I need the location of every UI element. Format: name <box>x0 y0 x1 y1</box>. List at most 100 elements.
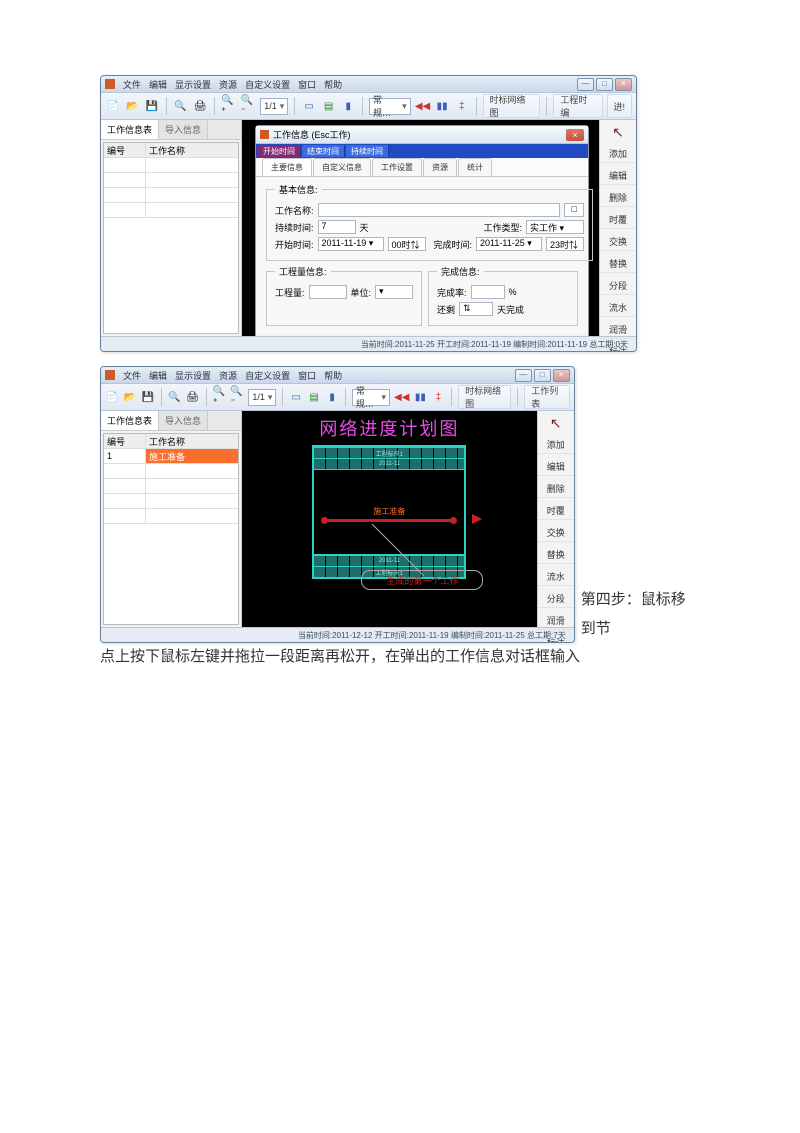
rp-time[interactable]: 时覆 <box>538 502 574 520</box>
window-min-button[interactable]: — <box>515 369 532 382</box>
more-button[interactable]: 进! <box>607 94 633 118</box>
rp-add[interactable]: 添加 <box>538 436 574 454</box>
dlg-tab-stats[interactable]: 统计 <box>458 158 492 176</box>
print-icon[interactable]: 🖨 <box>186 389 200 405</box>
dlg-tab-resource[interactable]: 资源 <box>423 158 457 176</box>
dlg-tab-settings[interactable]: 工作设置 <box>372 158 422 176</box>
rp-split[interactable]: 分段 <box>600 277 636 295</box>
tab-import-info[interactable]: 导入信息 <box>159 120 208 139</box>
menu-file[interactable]: 文件 <box>123 369 141 382</box>
input-qty[interactable] <box>309 285 347 299</box>
window-min-button[interactable]: — <box>577 78 594 91</box>
tab-import-info[interactable]: 导入信息 <box>159 411 208 430</box>
rp-edit[interactable]: 编辑 <box>538 458 574 476</box>
work-bar[interactable]: 施工准备 <box>324 519 454 522</box>
date-start[interactable]: 2011-11-19 ▾ <box>318 237 384 251</box>
work-grid[interactable]: 编号 工作名称 <box>103 142 239 334</box>
drawing-canvas-2[interactable]: 网络进度计划图 工程标尺1 2011-11 施工准备 2011-11 工程标尺1 <box>242 411 537 627</box>
menu-resource[interactable]: 资源 <box>219 369 237 382</box>
menu-display[interactable]: 显示设置 <box>175 369 211 382</box>
cursor-tool-icon[interactable]: ↖ <box>612 124 624 141</box>
dialog-titlebar[interactable]: 工作信息 (Esc工作) × <box>256 126 588 144</box>
menu-window[interactable]: 窗口 <box>298 369 316 382</box>
bluebar-duration[interactable]: 持续时间 <box>346 145 389 157</box>
time-end[interactable]: 23时⇅ <box>546 237 584 251</box>
work-grid-2[interactable]: 编号 工作名称 1 施工准备 <box>103 433 239 625</box>
menu-edit[interactable]: 编辑 <box>149 78 167 91</box>
rp-edit[interactable]: 编辑 <box>600 167 636 185</box>
timebar-button[interactable]: 时标网络图 <box>483 94 541 118</box>
zoom-in-icon[interactable]: 🔍⁺ <box>221 98 237 114</box>
menu-custom[interactable]: 自定义设置 <box>245 369 290 382</box>
chart-icon[interactable]: ▤ <box>321 98 337 114</box>
input-duration[interactable]: 7 <box>318 220 356 234</box>
left-arrow-icon[interactable]: ◀◀ <box>415 98 431 114</box>
style-combo[interactable]: 常规… <box>369 98 411 115</box>
rp-delete[interactable]: 删除 <box>600 189 636 207</box>
rp-add[interactable]: 添加 <box>600 145 636 163</box>
menu-resource[interactable]: 资源 <box>219 78 237 91</box>
select-unit[interactable]: ▾ <box>375 285 413 299</box>
bluebar-start[interactable]: 开始时间 <box>258 145 301 157</box>
chart-icon[interactable]: ▤ <box>307 389 321 405</box>
menu-file[interactable]: 文件 <box>123 78 141 91</box>
zoom-out-icon[interactable]: 🔍⁻ <box>241 98 257 114</box>
rp-swap[interactable]: 交换 <box>538 524 574 542</box>
zoom-combo[interactable]: 1/1 <box>260 98 288 115</box>
zoom-combo[interactable]: 1/1 <box>248 389 276 406</box>
rp-time[interactable]: 时覆 <box>600 211 636 229</box>
style-combo[interactable]: 常规… <box>352 389 390 406</box>
window-close-button[interactable]: × <box>615 78 632 91</box>
input-remain[interactable]: ⇅ <box>459 302 493 316</box>
save-icon[interactable]: 💾 <box>144 98 160 114</box>
new-file-icon[interactable]: 📄 <box>105 389 119 405</box>
left-arrow-icon[interactable]: ◀◀ <box>394 389 409 405</box>
rp-smooth[interactable]: 润滑 <box>538 612 574 630</box>
menu-display[interactable]: 显示设置 <box>175 78 211 91</box>
window-titlebar[interactable]: 文件 编辑 显示设置 资源 自定义设置 窗口 帮助 — □ × <box>101 76 636 93</box>
tab-work-info[interactable]: 工作信息表 <box>101 120 159 139</box>
zoom-in-icon[interactable]: 🔍⁺ <box>212 389 226 405</box>
tab-work-info[interactable]: 工作信息表 <box>101 411 159 430</box>
rp-swap[interactable]: 交换 <box>600 233 636 251</box>
print-icon[interactable]: 🖨 <box>192 98 208 114</box>
align-icon[interactable]: ▮▮ <box>434 98 450 114</box>
rect-icon[interactable]: ▭ <box>289 389 303 405</box>
worklist-button[interactable]: 工作列表 <box>524 385 569 409</box>
drawing-canvas[interactable]: 工作信息 (Esc工作) × 开始时间 结束时间 持续时间 主要信息 自定义信息… <box>242 120 599 336</box>
input-work-name[interactable] <box>318 203 561 217</box>
menu-help[interactable]: 帮助 <box>324 369 342 382</box>
resource-icon[interactable]: ▮ <box>340 98 356 114</box>
date-end[interactable]: 2011-11-25 ▾ <box>476 237 542 251</box>
resource-icon[interactable]: ▮ <box>325 389 339 405</box>
input-work-name-index[interactable]: □ <box>564 203 584 217</box>
menu-window[interactable]: 窗口 <box>298 78 316 91</box>
rp-replace[interactable]: 替换 <box>538 546 574 564</box>
align-icon[interactable]: ▮▮ <box>413 389 427 405</box>
open-folder-icon[interactable]: 📂 <box>123 389 137 405</box>
new-file-icon[interactable]: 📄 <box>105 98 121 114</box>
print-preview-icon[interactable]: 🔍 <box>168 389 182 405</box>
dialog-close-button[interactable]: × <box>566 129 584 141</box>
cursor-tool-icon[interactable]: ↖ <box>550 415 562 432</box>
window-max-button[interactable]: □ <box>534 369 551 382</box>
window-titlebar-2[interactable]: 文件 编辑 显示设置 资源 自定义设置 窗口 帮助 — □ × <box>101 367 574 384</box>
select-type[interactable]: 实工作 ▾ <box>526 220 584 234</box>
rp-split[interactable]: 分段 <box>538 590 574 608</box>
grid-row-1[interactable]: 1 施工准备 <box>104 449 238 464</box>
rect-icon[interactable]: ▭ <box>301 98 317 114</box>
rp-flow[interactable]: 流水 <box>600 299 636 317</box>
marker-icon[interactable]: ‡ <box>454 98 470 114</box>
dlg-tab-custom[interactable]: 自定义信息 <box>313 158 371 176</box>
menu-help[interactable]: 帮助 <box>324 78 342 91</box>
window-max-button[interactable]: □ <box>596 78 613 91</box>
rp-replace[interactable]: 替换 <box>600 255 636 273</box>
menu-edit[interactable]: 编辑 <box>149 369 167 382</box>
menu-custom[interactable]: 自定义设置 <box>245 78 290 91</box>
rp-smooth[interactable]: 润滑 <box>600 321 636 339</box>
window-close-button[interactable]: × <box>553 369 570 382</box>
open-folder-icon[interactable]: 📂 <box>125 98 141 114</box>
timebar-button[interactable]: 时标网络图 <box>458 385 511 409</box>
print-preview-icon[interactable]: 🔍 <box>173 98 189 114</box>
worklist-button[interactable]: 工程时编 <box>553 94 602 118</box>
